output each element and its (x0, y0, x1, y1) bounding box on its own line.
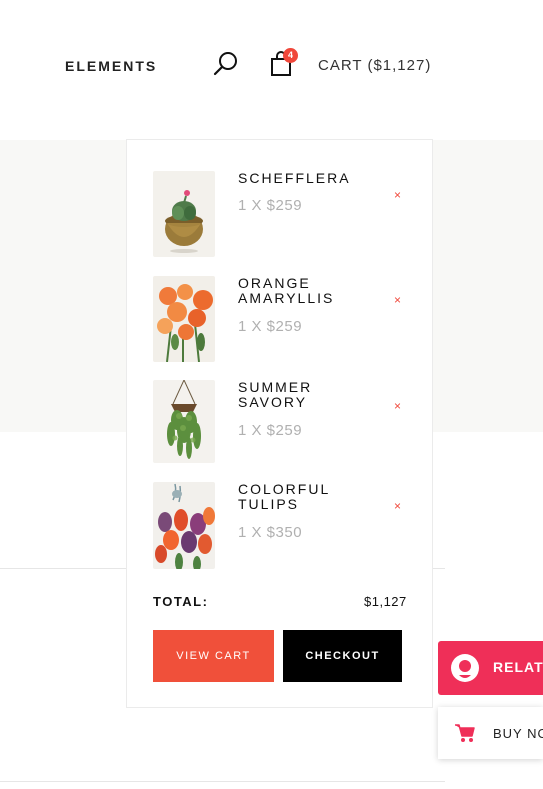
schefflera-thumbnail[interactable] (153, 171, 215, 257)
cart-icon (455, 724, 475, 742)
divider (0, 781, 445, 782)
item-qty-price: 1 X $259 (238, 197, 303, 214)
cart-count-badge: 4 (283, 48, 298, 63)
view-cart-button[interactable]: VIEW CART (153, 630, 274, 682)
buy-now-label: BUY NO (493, 726, 543, 741)
cart-item: COLORFUL TULIPS 1 X $350 × (153, 482, 413, 569)
related-logo-icon (451, 654, 479, 682)
colorful-tulips-thumbnail[interactable] (153, 482, 215, 569)
buy-now-tab[interactable]: BUY NO (438, 707, 543, 759)
search-icon[interactable] (212, 50, 240, 78)
page: ELEMENTS 4 CART ($1,127) SCHEFFLERA 1 X … (0, 0, 543, 789)
orange-amaryllis-thumbnail[interactable] (153, 276, 215, 362)
item-qty-price: 1 X $259 (238, 318, 303, 335)
cart-item: ORANGE AMARYLLIS 1 X $259 × (153, 276, 413, 362)
item-qty-price: 1 X $350 (238, 524, 303, 541)
remove-item-icon[interactable]: × (394, 294, 401, 306)
item-qty-price: 1 X $259 (238, 422, 303, 439)
remove-item-icon[interactable]: × (394, 400, 401, 412)
item-name[interactable]: COLORFUL TULIPS (238, 482, 368, 512)
total-value: $1,127 (364, 594, 407, 609)
item-name[interactable]: SUMMER SAVORY (238, 380, 368, 410)
nav-elements-link[interactable]: ELEMENTS (65, 58, 157, 74)
item-name[interactable]: SCHEFFLERA (238, 171, 368, 186)
related-tab-label: RELATE (493, 659, 543, 675)
item-name[interactable]: ORANGE AMARYLLIS (238, 276, 368, 306)
related-products-tab[interactable]: RELATE (438, 641, 543, 695)
cart-link[interactable]: CART ($1,127) (318, 57, 431, 74)
header: ELEMENTS 4 CART ($1,127) (0, 0, 543, 130)
mini-cart-dropdown: SCHEFFLERA 1 X $259 × ORANGE AMARYLLIS 1… (126, 139, 433, 708)
cart-item: SUMMER SAVORY 1 X $259 × (153, 380, 413, 463)
total-label: TOTAL: (153, 594, 209, 609)
checkout-button[interactable]: CHECKOUT (283, 630, 402, 682)
summer-savory-thumbnail[interactable] (153, 380, 215, 463)
remove-item-icon[interactable]: × (394, 500, 401, 512)
cart-item: SCHEFFLERA 1 X $259 × (153, 171, 413, 257)
remove-item-icon[interactable]: × (394, 189, 401, 201)
